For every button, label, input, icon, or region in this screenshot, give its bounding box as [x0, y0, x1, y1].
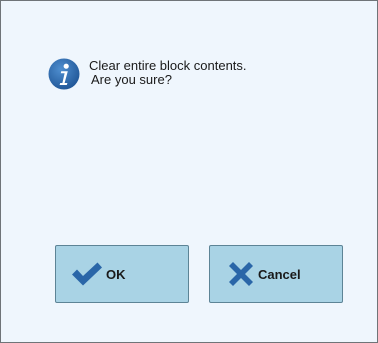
- checkmark-icon: [72, 262, 102, 286]
- confirm-dialog: Clear entire block contents. Are you sure…: [0, 0, 378, 343]
- ok-button[interactable]: OK: [55, 245, 189, 303]
- cancel-button[interactable]: Cancel: [209, 245, 343, 303]
- ok-button-label: OK: [106, 266, 126, 282]
- info-icon: [48, 58, 80, 90]
- cancel-button-label: Cancel: [258, 266, 301, 282]
- x-mark-icon: [229, 262, 253, 286]
- message-line-2: Are you sure?: [91, 72, 172, 87]
- message-line-1: Clear entire block contents.: [89, 58, 247, 73]
- dialog-message: Clear entire block contents. Are you sure…: [89, 59, 247, 87]
